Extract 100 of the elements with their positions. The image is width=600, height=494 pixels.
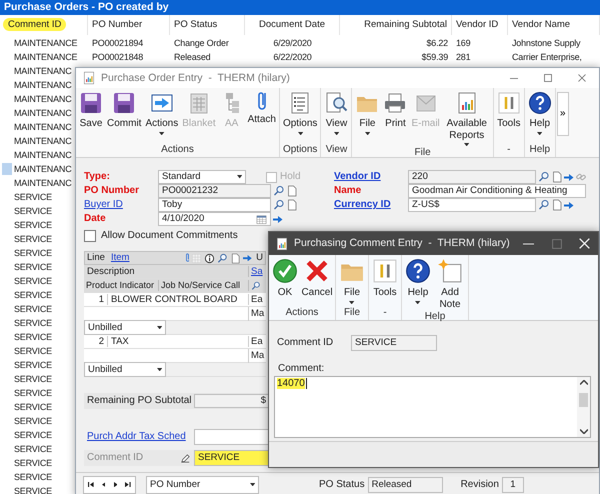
group-label: Actions bbox=[160, 143, 195, 157]
comment-text: 14070 bbox=[277, 378, 305, 390]
caret-icon bbox=[349, 300, 355, 304]
caret-icon bbox=[236, 175, 242, 179]
previous-icon bbox=[102, 482, 106, 488]
table-cell: $59.39 bbox=[422, 52, 448, 62]
ribbon-button[interactable]: Save bbox=[77, 91, 105, 130]
first-button[interactable] bbox=[88, 482, 94, 488]
ribbon-button[interactable]: File bbox=[337, 258, 367, 304]
grid-header-tab[interactable]: Item bbox=[110, 252, 130, 264]
field-label: Type: bbox=[84, 171, 111, 183]
scrollbar[interactable] bbox=[577, 377, 590, 437]
field-link[interactable]: Purch Addr Tax Sched bbox=[84, 431, 194, 443]
table-cell: SERVICE bbox=[14, 458, 52, 468]
scrollbar-thumb[interactable] bbox=[579, 393, 588, 407]
checkbox-label: Hold bbox=[280, 171, 301, 183]
table-cell: 6/29/2020 bbox=[273, 38, 312, 48]
table-cell: MAINTENANC bbox=[14, 66, 72, 76]
chart-document-icon bbox=[275, 236, 289, 250]
ribbon-button[interactable]: Add Note bbox=[433, 258, 467, 310]
input-field[interactable]: Toby bbox=[158, 198, 271, 212]
table-cell: MAINTENANC bbox=[14, 178, 72, 188]
ribbon-button[interactable]: Attach bbox=[246, 91, 278, 126]
group-label: Help bbox=[528, 143, 552, 157]
column-header[interactable]: PO Status bbox=[174, 19, 218, 30]
ribbon-button[interactable]: OK bbox=[270, 258, 300, 298]
maximize-icon bbox=[544, 74, 552, 82]
column-header[interactable]: PO Number bbox=[92, 19, 142, 30]
ribbon-button[interactable]: Help bbox=[526, 91, 554, 135]
dropdown[interactable]: Standard bbox=[158, 170, 246, 184]
table-cell: SERVICE bbox=[14, 234, 52, 244]
field-label: PO Status bbox=[319, 478, 365, 490]
field-label[interactable]: Currency ID bbox=[334, 199, 408, 211]
column-header[interactable]: Comment ID bbox=[3, 18, 66, 31]
input-field[interactable]: SERVICE bbox=[194, 450, 270, 466]
cross-icon bbox=[304, 258, 330, 284]
field-label: Comment: bbox=[278, 363, 324, 375]
table-cell: SERVICE bbox=[14, 486, 52, 494]
group-label: View bbox=[324, 143, 348, 157]
column-header[interactable]: Document Date bbox=[258, 19, 325, 30]
document-magnifier-icon bbox=[324, 91, 348, 115]
paperclip-icon bbox=[186, 253, 190, 263]
checkbox-label: Allow Document Commitments bbox=[101, 230, 238, 242]
grid-header-tab[interactable]: Line bbox=[87, 252, 105, 264]
field-label: Date bbox=[84, 213, 107, 225]
table-cell: SERVICE bbox=[14, 430, 52, 440]
caret-icon bbox=[364, 132, 370, 135]
scroll-up-icon[interactable] bbox=[580, 380, 588, 385]
ribbon-button[interactable]: Available Reports bbox=[442, 91, 492, 146]
search-icon bbox=[251, 280, 261, 290]
dropdown[interactable]: PO Number bbox=[146, 476, 259, 494]
column-header[interactable]: Vendor ID bbox=[456, 19, 498, 30]
scroll-down-icon[interactable] bbox=[580, 429, 588, 434]
input-field[interactable]: 4/10/2020 bbox=[158, 212, 271, 226]
table-cell: MAINTENANCE bbox=[14, 38, 78, 48]
table-cell: SERVICE bbox=[14, 220, 52, 230]
text-area[interactable]: 14070 bbox=[274, 376, 591, 438]
input-field[interactable]: PO00021232 bbox=[158, 184, 271, 198]
column-link[interactable]: Sa bbox=[249, 266, 263, 278]
ribbon-button[interactable]: Print bbox=[381, 91, 410, 130]
ribbon-button[interactable]: Help bbox=[403, 258, 433, 304]
table-cell: 2 bbox=[84, 336, 108, 348]
group-label: Help bbox=[424, 310, 446, 323]
ribbon-button[interactable]: Options bbox=[280, 91, 320, 135]
next-button[interactable] bbox=[114, 482, 118, 488]
table-cell: MAINTENANC bbox=[14, 122, 72, 132]
caret-icon bbox=[250, 482, 255, 486]
input-field[interactable]: Z-US$ bbox=[408, 198, 536, 212]
last-button[interactable] bbox=[125, 482, 131, 488]
ribbon-button[interactable]: File bbox=[353, 91, 382, 135]
chart-document-icon bbox=[82, 71, 96, 85]
arrow-icon bbox=[243, 254, 252, 262]
table-cell-text: Ma bbox=[250, 308, 264, 320]
column-header[interactable]: Remaining Subtotal bbox=[364, 19, 447, 30]
pencil-icon bbox=[180, 452, 191, 464]
table-cell: SERVICE bbox=[14, 402, 52, 412]
dropdown[interactable]: Unbilled bbox=[84, 362, 166, 377]
ribbon-button[interactable]: Tools bbox=[494, 91, 523, 130]
input-field[interactable]: 220 bbox=[408, 170, 536, 184]
ribbon-button[interactable]: View bbox=[322, 91, 350, 135]
column-header: Product Indicator bbox=[84, 280, 159, 291]
table-cell: SERVICE bbox=[14, 276, 52, 286]
dropdown[interactable]: Unbilled bbox=[84, 320, 166, 335]
input-field[interactable] bbox=[194, 429, 270, 445]
table-cell: SERVICE bbox=[14, 248, 52, 258]
overflow-button[interactable]: » bbox=[556, 92, 569, 136]
ribbon-button[interactable]: Actions bbox=[143, 91, 180, 135]
column-header[interactable]: Vendor Name bbox=[512, 19, 570, 30]
checkbox[interactable] bbox=[84, 230, 96, 242]
calendar-icon bbox=[256, 214, 267, 224]
note-icon bbox=[437, 258, 463, 284]
field-label[interactable]: Buyer ID bbox=[84, 199, 158, 211]
window-title: Purchase Order Entry - THERM (hilary) bbox=[101, 72, 290, 84]
ribbon-button[interactable]: Cancel bbox=[300, 258, 334, 298]
table-cell: Change Order bbox=[174, 38, 229, 48]
close-icon bbox=[578, 74, 586, 82]
field-label[interactable]: Vendor ID bbox=[334, 171, 408, 183]
ribbon-button[interactable]: Tools bbox=[370, 258, 400, 298]
previous-button[interactable] bbox=[102, 482, 106, 488]
ribbon-button[interactable]: Commit bbox=[105, 91, 144, 130]
